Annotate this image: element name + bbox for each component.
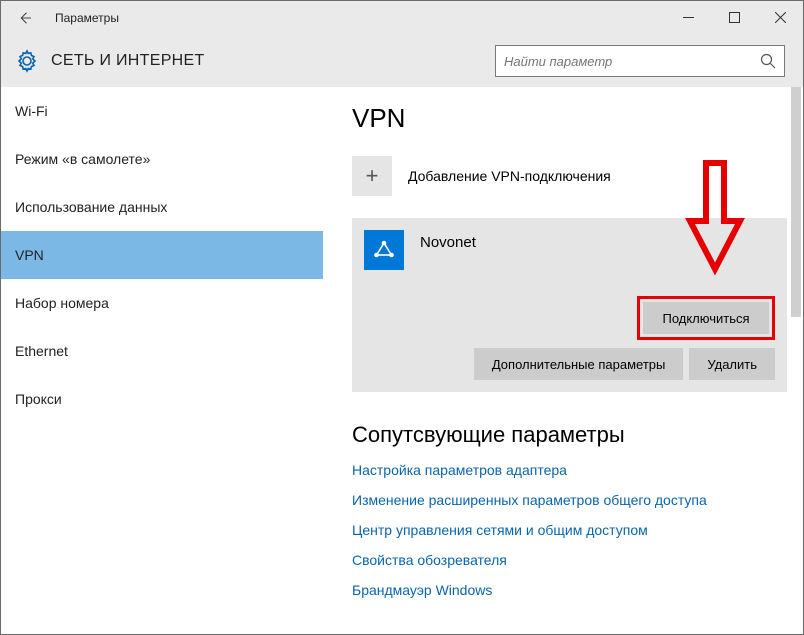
- vpn-tile-icon: [364, 230, 404, 270]
- sidebar: Wi-Fi Режим «в самолете» Использование д…: [1, 87, 324, 634]
- close-button[interactable]: [757, 1, 803, 35]
- link-network-center[interactable]: Центр управления сетями и общим доступом: [352, 522, 787, 538]
- network-icon: [371, 237, 397, 263]
- header-title: СЕТЬ И ИНТЕРНЕТ: [51, 52, 205, 70]
- settings-window: Параметры СЕТЬ И ИНТЕРНЕТ: [0, 0, 804, 635]
- sidebar-item-dialup[interactable]: Набор номера: [1, 279, 323, 327]
- related-links: Настройка параметров адаптера Изменение …: [352, 462, 787, 598]
- maximize-icon: [729, 12, 740, 23]
- sidebar-item-label: Wi-Fi: [15, 103, 48, 119]
- sidebar-item-wifi[interactable]: Wi-Fi: [1, 87, 323, 135]
- vpn-card-header: Novonet: [364, 230, 775, 270]
- sidebar-item-label: Набор номера: [15, 295, 109, 311]
- related-title: Сопутсвующие параметры: [352, 422, 787, 448]
- vpn-primary-actions: Подключиться: [364, 296, 775, 340]
- gear-icon: [15, 49, 39, 73]
- connect-highlight: Подключиться: [637, 296, 775, 340]
- back-button[interactable]: [11, 4, 39, 32]
- search-input[interactable]: [504, 54, 760, 69]
- header: СЕТЬ И ИНТЕРНЕТ: [1, 35, 803, 87]
- page-title: VPN: [352, 103, 787, 134]
- search-box[interactable]: [495, 45, 785, 77]
- add-vpn-label: Добавление VPN-подключения: [408, 168, 611, 184]
- window-title: Параметры: [55, 11, 119, 25]
- plus-icon: +: [352, 156, 392, 196]
- search-icon: [760, 53, 776, 69]
- link-internet-properties[interactable]: Свойства обозревателя: [352, 552, 787, 568]
- close-icon: [775, 12, 786, 23]
- sidebar-item-label: Режим «в самолете»: [15, 151, 150, 167]
- titlebar: Параметры: [1, 1, 803, 35]
- sidebar-item-label: Прокси: [15, 391, 62, 407]
- vpn-connection-name: Novonet: [420, 230, 476, 251]
- sidebar-item-label: VPN: [15, 247, 44, 263]
- add-vpn-row[interactable]: + Добавление VPN-подключения: [352, 154, 787, 198]
- body: Wi-Fi Режим «в самолете» Использование д…: [1, 87, 803, 634]
- titlebar-left: Параметры: [1, 4, 119, 32]
- delete-button[interactable]: Удалить: [689, 348, 775, 380]
- advanced-button[interactable]: Дополнительные параметры: [474, 348, 684, 380]
- maximize-button[interactable]: [711, 1, 757, 35]
- sidebar-item-ethernet[interactable]: Ethernet: [1, 327, 323, 375]
- sidebar-item-vpn[interactable]: VPN: [1, 231, 323, 279]
- vpn-secondary-actions: Дополнительные параметры Удалить: [364, 348, 775, 380]
- sidebar-item-data-usage[interactable]: Использование данных: [1, 183, 323, 231]
- sidebar-item-airplane[interactable]: Режим «в самолете»: [1, 135, 323, 183]
- content: VPN + Добавление VPN-подключения: [324, 87, 803, 634]
- link-adapter-settings[interactable]: Настройка параметров адаптера: [352, 462, 787, 478]
- window-controls: [665, 1, 803, 35]
- scrollbar-thumb[interactable]: [791, 87, 801, 317]
- minimize-button[interactable]: [665, 1, 711, 35]
- arrow-left-icon: [16, 9, 34, 27]
- sidebar-item-proxy[interactable]: Прокси: [1, 375, 323, 423]
- sidebar-item-label: Использование данных: [15, 199, 167, 215]
- link-firewall[interactable]: Брандмауэр Windows: [352, 582, 787, 598]
- connect-button[interactable]: Подключиться: [643, 302, 769, 334]
- minimize-icon: [683, 12, 694, 23]
- header-left: СЕТЬ И ИНТЕРНЕТ: [15, 49, 205, 73]
- link-advanced-sharing[interactable]: Изменение расширенных параметров общего …: [352, 492, 787, 508]
- sidebar-item-label: Ethernet: [15, 343, 68, 359]
- vpn-connection-card[interactable]: Novonet Подключиться Дополнительные пара…: [352, 218, 787, 392]
